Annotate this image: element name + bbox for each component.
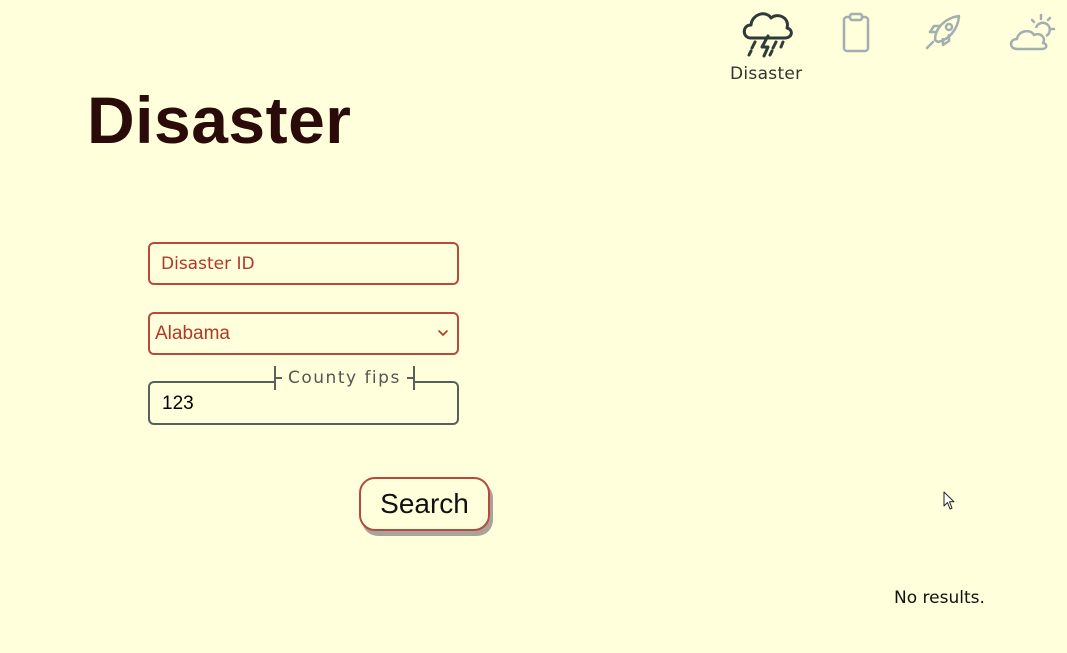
nav-item-clipboard[interactable] <box>836 0 876 60</box>
partly-cloudy-icon <box>1006 0 1056 60</box>
chevron-down-icon <box>437 324 449 343</box>
nav-item-weather[interactable] <box>1006 0 1056 60</box>
clipboard-icon <box>836 0 876 60</box>
nav-item-rocket[interactable] <box>921 0 965 60</box>
disaster-id-input[interactable] <box>148 242 459 285</box>
search-button[interactable]: Search <box>359 477 490 531</box>
page-title: Disaster <box>87 83 352 157</box>
app-page: Disaster Disaster Disaster ID Alabama Co… <box>0 0 1067 653</box>
mouse-cursor-icon <box>943 491 956 511</box>
no-results-message: No results. <box>894 588 985 608</box>
county-fips-value: 123 <box>162 393 194 414</box>
state-select-value: Alabama <box>155 322 230 344</box>
state-select[interactable]: Alabama <box>148 312 459 355</box>
county-fips-label: County fips <box>274 366 415 390</box>
county-fips-field[interactable]: County fips 123 <box>148 366 459 425</box>
rocket-icon <box>921 0 965 60</box>
nav-label-disaster: Disaster <box>730 64 803 84</box>
thunderstorm-icon <box>736 0 796 60</box>
nav-item-disaster[interactable]: Disaster <box>730 0 802 84</box>
